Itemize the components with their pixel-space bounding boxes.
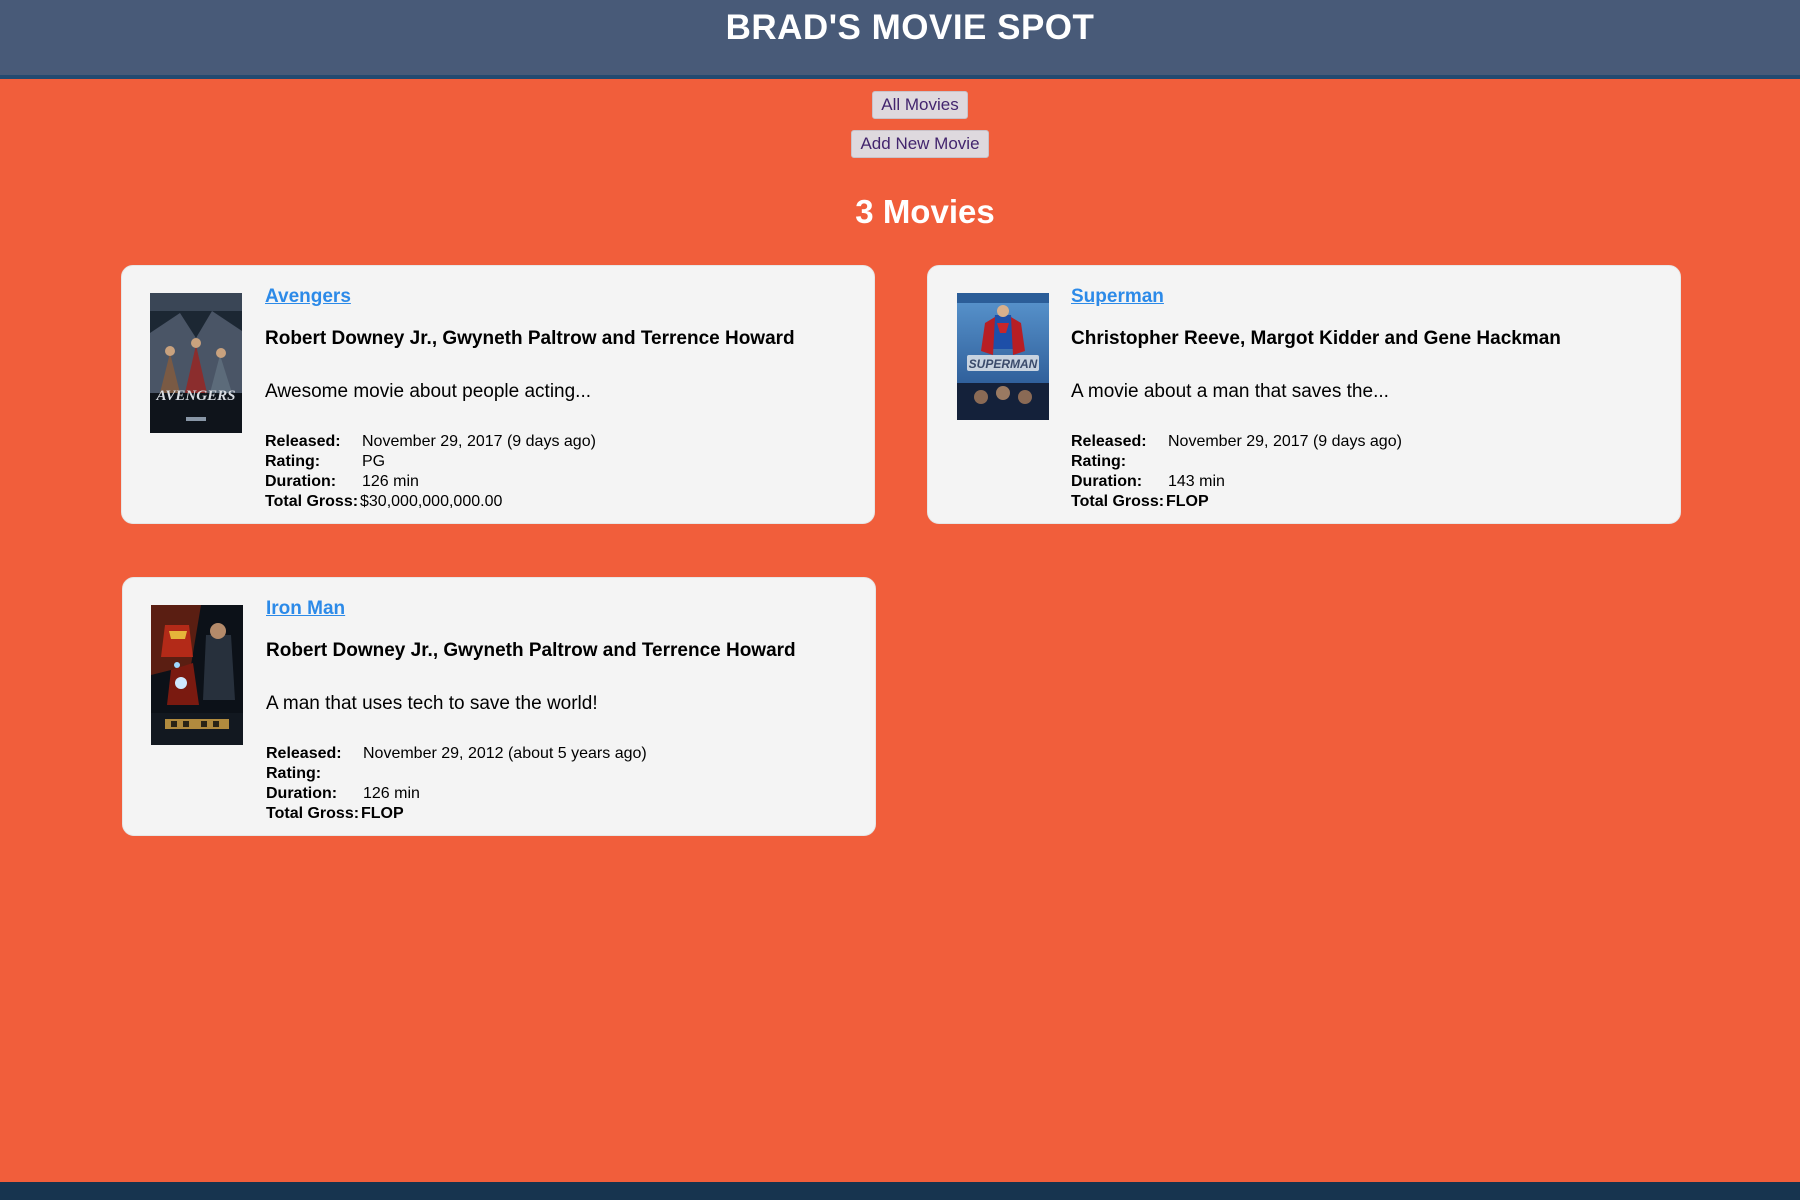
released-label: Released: (266, 745, 342, 762)
released-label: Released: (265, 433, 341, 450)
movie-card: Iron Man Robert Downey Jr., Gwyneth Palt… (122, 577, 876, 836)
released-value: November 29, 2012 (about 5 years ago) (363, 745, 647, 762)
svg-text:SUPERMAN: SUPERMAN (969, 357, 1038, 371)
released-value: November 29, 2017 (9 days ago) (1168, 433, 1402, 450)
movie-description: Awesome movie about people acting... (265, 381, 592, 402)
rating-value: PG (362, 453, 386, 470)
page-footer (0, 1182, 1800, 1200)
duration-label: Duration: (265, 473, 337, 490)
nav-row-all: All Movies (0, 91, 1800, 119)
movie-title-link[interactable]: Avengers (265, 286, 351, 312)
svg-text:AVENGERS: AVENGERS (156, 388, 236, 404)
duration-value: 143 min (1168, 473, 1225, 490)
rating-row: Rating: PG (265, 452, 855, 472)
movie-description: A man that uses tech to save the world! (266, 693, 598, 714)
all-movies-button[interactable]: All Movies (872, 91, 968, 119)
gross-label: Total Gross: (1071, 493, 1165, 510)
duration-row: Duration: 126 min (265, 472, 855, 492)
movie-card: AVENGERS Avengers Robert Downey Jr., Gwy… (121, 265, 875, 524)
gross-label: Total Gross: (266, 805, 360, 822)
movie-cast: Robert Downey Jr., Gwyneth Paltrow and T… (265, 328, 795, 349)
avengers-poster-icon: AVENGERS (150, 293, 242, 433)
gross-row: Total Gross: FLOP (266, 804, 856, 824)
released-row: Released: November 29, 2017 (9 days ago) (265, 432, 855, 452)
duration-label: Duration: (266, 785, 338, 802)
duration-label: Duration: (1071, 473, 1143, 490)
gross-value: FLOP (1166, 493, 1209, 510)
rating-row: Rating: (266, 764, 856, 784)
gross-row: Total Gross: $30,000,000,000.00 (265, 492, 855, 512)
add-new-movie-button[interactable]: Add New Movie (851, 130, 989, 158)
duration-row: Duration: 143 min (1071, 472, 1661, 492)
movie-info: Avengers Robert Downey Jr., Gwyneth Palt… (265, 286, 855, 512)
iron-man-poster-icon (151, 605, 243, 745)
gross-value: FLOP (361, 805, 404, 822)
movie-count-heading: 3 Movies (855, 193, 995, 230)
movie-cast: Robert Downey Jr., Gwyneth Paltrow and T… (266, 640, 796, 661)
duration-value: 126 min (362, 473, 419, 490)
duration-value: 126 min (363, 785, 420, 802)
nav-row-add: Add New Movie (0, 130, 1800, 158)
duration-row: Duration: 126 min (266, 784, 856, 804)
site-title: BRAD'S MOVIE SPOT (725, 8, 1095, 47)
movie-description: A movie about a man that saves the... (1071, 381, 1389, 402)
released-label: Released: (1071, 433, 1147, 450)
rating-label: Rating: (266, 765, 322, 782)
rating-label: Rating: (1071, 453, 1127, 470)
movie-details: Released: November 29, 2017 (9 days ago)… (265, 432, 855, 512)
gross-value: $30,000,000,000.00 (360, 493, 503, 510)
superman-poster-icon: SUPERMAN (957, 293, 1049, 420)
movie-cast: Christopher Reeve, Margot Kidder and Gen… (1071, 328, 1561, 349)
movie-details: Released: November 29, 2017 (9 days ago)… (1071, 432, 1661, 512)
gross-label: Total Gross: (265, 493, 359, 510)
site-header: BRAD'S MOVIE SPOT (0, 0, 1800, 79)
movie-info: Iron Man Robert Downey Jr., Gwyneth Palt… (266, 598, 856, 824)
movie-title-link[interactable]: Superman (1071, 286, 1164, 312)
rating-label: Rating: (265, 453, 321, 470)
gross-row: Total Gross: FLOP (1071, 492, 1661, 512)
released-row: Released: November 29, 2012 (about 5 yea… (266, 744, 856, 764)
rating-row: Rating: (1071, 452, 1661, 472)
released-value: November 29, 2017 (9 days ago) (362, 433, 596, 450)
movie-title-link[interactable]: Iron Man (266, 598, 345, 624)
movie-info: Superman Christopher Reeve, Margot Kidde… (1071, 286, 1661, 512)
movie-details: Released: November 29, 2012 (about 5 yea… (266, 744, 856, 824)
movie-card: SUPERMAN Superman Christopher Reeve, Mar… (927, 265, 1681, 524)
released-row: Released: November 29, 2017 (9 days ago) (1071, 432, 1661, 452)
